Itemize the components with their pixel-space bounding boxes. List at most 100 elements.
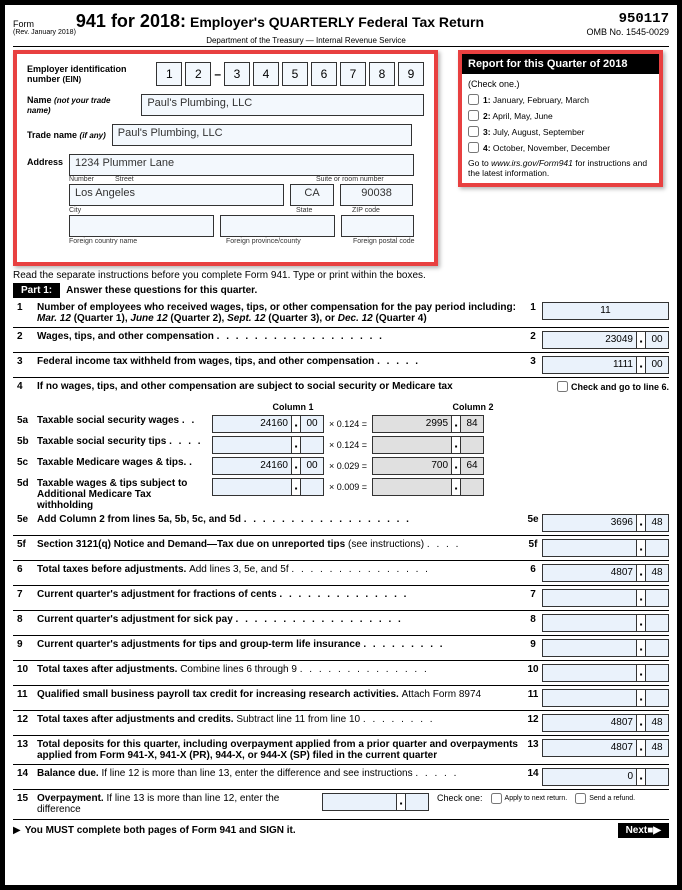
quarter-section: Report for this Quarter of 2018 (Check o… bbox=[458, 50, 663, 187]
q4-checkbox[interactable] bbox=[468, 142, 479, 153]
line-number: 14 bbox=[13, 768, 37, 779]
line-5d-col1[interactable]: ▪ bbox=[212, 478, 324, 496]
line-number: 7 bbox=[13, 589, 37, 600]
line-5a-col2[interactable]: 2995▪84 bbox=[372, 415, 484, 433]
line-6-amount[interactable]: 4807▪48 bbox=[542, 564, 669, 582]
line-number: 8 bbox=[13, 614, 37, 625]
ein-digit[interactable]: 8 bbox=[369, 62, 395, 86]
fp-sublabel: Foreign province/county bbox=[226, 238, 347, 245]
line-5b-col1[interactable]: ▪ bbox=[212, 436, 324, 454]
line-8-amount[interactable]: ▪ bbox=[542, 614, 669, 632]
zip-input[interactable]: 90038 bbox=[340, 184, 413, 206]
line-text: Current quarter's adjustment for fractio… bbox=[37, 589, 524, 600]
apply-next-return[interactable]: Apply to next return. bbox=[491, 793, 568, 804]
line-5e-amount[interactable]: 3696▪48 bbox=[542, 514, 669, 532]
part1-bar: Part 1: Answer these questions for this … bbox=[13, 283, 669, 298]
q2-option[interactable]: 2: April, May, June bbox=[468, 110, 653, 121]
line-9-amount[interactable]: ▪ bbox=[542, 639, 669, 657]
foreign-country-input[interactable] bbox=[69, 215, 214, 237]
line-ref: 7 bbox=[524, 589, 542, 600]
ein-digit[interactable]: 2 bbox=[185, 62, 211, 86]
line-3: 3 Federal income tax withheld from wages… bbox=[13, 356, 669, 378]
line-text: Balance due. If line 12 is more than lin… bbox=[37, 768, 524, 779]
line-text: Taxable social security wages . . bbox=[37, 415, 212, 426]
line-text: Current quarter's adjustments for tips a… bbox=[37, 639, 524, 650]
name-input[interactable]: Paul's Plumbing, LLC bbox=[141, 94, 424, 116]
city-sublabel: City bbox=[69, 207, 290, 214]
line-14-amount[interactable]: 0▪ bbox=[542, 768, 669, 786]
state-sublabel: State bbox=[296, 207, 346, 214]
part1-label: Part 1: bbox=[13, 283, 60, 298]
line-11-amount[interactable]: ▪ bbox=[542, 689, 669, 707]
line-number: 3 bbox=[13, 356, 37, 367]
line-number: 6 bbox=[13, 564, 37, 575]
line-5c-col2[interactable]: 700▪64 bbox=[372, 457, 484, 475]
line-4-check[interactable]: Check and go to line 6. bbox=[557, 381, 669, 392]
ein-digit[interactable]: 7 bbox=[340, 62, 366, 86]
line-2-amount[interactable]: 23049▪00 bbox=[542, 331, 669, 349]
footer-must-text: ▶You MUST complete both pages of Form 94… bbox=[13, 825, 296, 836]
line-8: 8 Current quarter's adjustment for sick … bbox=[13, 614, 669, 636]
q3-checkbox[interactable] bbox=[468, 126, 479, 137]
q1-checkbox[interactable] bbox=[468, 94, 479, 105]
multiplier: × 0.009 = bbox=[329, 482, 367, 492]
ein-digit[interactable]: 9 bbox=[398, 62, 424, 86]
foreign-postal-input[interactable] bbox=[341, 215, 414, 237]
line-11: 11 Qualified small business payroll tax … bbox=[13, 689, 669, 711]
trade-input[interactable]: Paul's Plumbing, LLC bbox=[112, 124, 412, 146]
q4-option[interactable]: 4: October, November, December bbox=[468, 142, 653, 153]
employer-section: Employer identification number (EIN) 1 2… bbox=[13, 50, 438, 266]
line-15-amount[interactable]: ▪ bbox=[322, 793, 429, 811]
street-input[interactable]: 1234 Plummer Lane bbox=[69, 154, 414, 176]
line-number: 9 bbox=[13, 639, 37, 650]
ein-digit[interactable]: 6 bbox=[311, 62, 337, 86]
line-7-amount[interactable]: ▪ bbox=[542, 589, 669, 607]
q1-option[interactable]: 1: January, February, March bbox=[468, 94, 653, 105]
line-5c-col1[interactable]: 24160▪00 bbox=[212, 457, 324, 475]
send-refund[interactable]: Send a refund. bbox=[575, 793, 635, 804]
line-12: 12 Total taxes after adjustments and cre… bbox=[13, 714, 669, 736]
ein-cells: 1 2 – 3 4 5 6 7 8 9 bbox=[156, 62, 424, 86]
line-text: Add Column 2 from lines 5a, 5b, 5c, and … bbox=[37, 514, 524, 525]
line-text: Taxable social security tips . . . . bbox=[37, 436, 212, 447]
line-number: 5d bbox=[13, 478, 37, 489]
line-text: Total taxes after adjustments and credit… bbox=[37, 714, 524, 725]
next-button[interactable]: Next ■▶ bbox=[618, 823, 669, 838]
ein-digit[interactable]: 3 bbox=[224, 62, 250, 86]
ein-digit[interactable]: 1 bbox=[156, 62, 182, 86]
ein-digit[interactable]: 4 bbox=[253, 62, 279, 86]
line-number: 1 bbox=[13, 302, 37, 313]
line-number: 5b bbox=[13, 436, 37, 447]
line-number: 12 bbox=[13, 714, 37, 725]
line-5f-amount[interactable]: ▪ bbox=[542, 539, 669, 557]
line-5d: 5d Taxable wages & tips subject to Addit… bbox=[13, 478, 669, 511]
line-text: Wages, tips, and other compensation . . … bbox=[37, 331, 524, 342]
line-text: Total taxes after adjustments. Combine l… bbox=[37, 664, 524, 675]
line-5e: 5e Add Column 2 from lines 5a, 5b, 5c, a… bbox=[13, 514, 669, 536]
ein-digit[interactable]: 5 bbox=[282, 62, 308, 86]
line-5b-col2[interactable]: ▪ bbox=[372, 436, 484, 454]
city-input[interactable]: Los Angeles bbox=[69, 184, 284, 206]
multiplier: × 0.124 = bbox=[329, 419, 367, 429]
state-input[interactable]: CA bbox=[290, 184, 334, 206]
quarter-note: Go to www.irs.gov/Form941 for instructio… bbox=[468, 158, 653, 178]
q2-checkbox[interactable] bbox=[468, 110, 479, 121]
line-5d-col2[interactable]: ▪ bbox=[372, 478, 484, 496]
instructions-note: Read the separate instructions before yo… bbox=[13, 270, 669, 281]
form-subtitle: Employer's QUARTERLY Federal Tax Return bbox=[190, 14, 484, 30]
line-1-amount[interactable]: 11 bbox=[542, 302, 669, 320]
line-number: 15 bbox=[13, 793, 37, 804]
line-3-amount[interactable]: 1111▪00 bbox=[542, 356, 669, 374]
foreign-province-input[interactable] bbox=[220, 215, 335, 237]
line-13-amount[interactable]: 4807▪48 bbox=[542, 739, 669, 757]
line-number: 4 bbox=[13, 381, 37, 392]
line-10-amount[interactable]: ▪ bbox=[542, 664, 669, 682]
line-text: Total taxes before adjustments. Add line… bbox=[37, 564, 524, 575]
line-13: 13 Total deposits for this quarter, incl… bbox=[13, 739, 669, 765]
line-ref: 2 bbox=[524, 331, 542, 342]
q3-option[interactable]: 3: July, August, September bbox=[468, 126, 653, 137]
line-number: 5f bbox=[13, 539, 37, 550]
zip-sublabel: ZIP code bbox=[352, 207, 380, 214]
line-12-amount[interactable]: 4807▪48 bbox=[542, 714, 669, 732]
line-5a-col1[interactable]: 24160▪00 bbox=[212, 415, 324, 433]
